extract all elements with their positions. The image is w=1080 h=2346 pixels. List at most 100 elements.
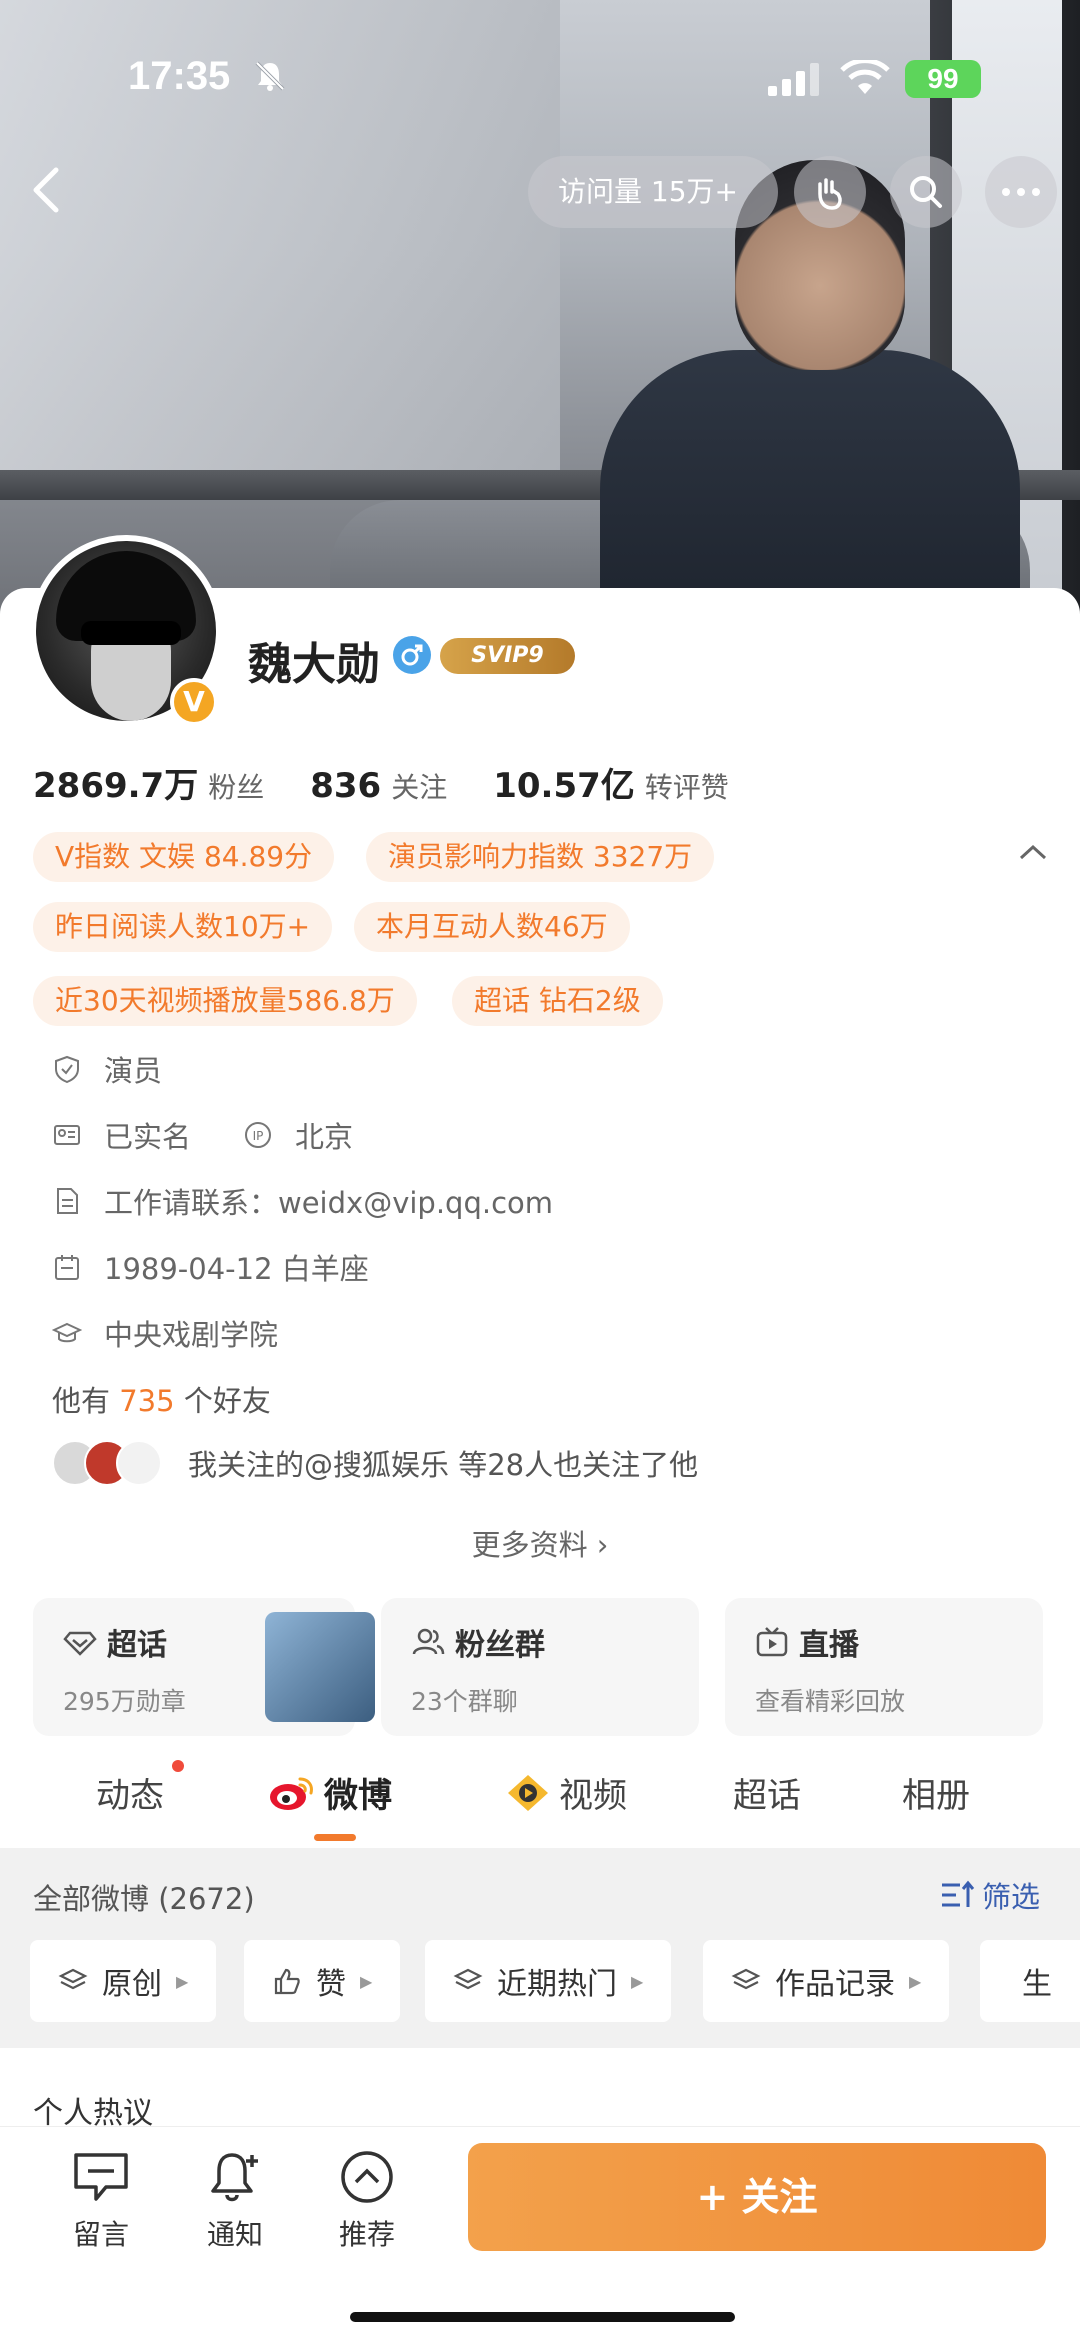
back-arrow-icon[interactable]: [22, 160, 72, 220]
followers-label[interactable]: 粉丝: [208, 766, 264, 806]
wifi-icon: [840, 60, 890, 94]
video-play-icon: [508, 1774, 548, 1811]
signal-icon: [768, 63, 819, 96]
message-label: 留言: [72, 2218, 129, 2251]
avatar-glasses: [81, 621, 181, 645]
occupation-text: 演员: [104, 1054, 163, 1088]
super-topic-card[interactable]: 超话 295万勋章: [33, 1598, 375, 1736]
diamond-icon: [63, 1631, 97, 1656]
following-count[interactable]: 836: [310, 766, 381, 806]
male-gender-icon: [393, 636, 431, 674]
fan-group-title: 粉丝群: [455, 1628, 545, 1663]
chevron-up-circle-icon: [341, 2151, 393, 2203]
filter-label: 筛选: [982, 1880, 1041, 1914]
tag-video-plays[interactable]: 近30天视频播放量586.8万: [33, 976, 417, 1026]
id-card-icon: [54, 1125, 80, 1145]
chevron-up-icon[interactable]: [1018, 842, 1048, 862]
caret-right-icon: ▶: [360, 1971, 373, 1991]
feed-section: 全部微博 (2672) 筛选 原创 ▶ 赞 ▶ 近期热门 ▶ 作品记录 ▶ 生 …: [0, 1848, 1080, 2144]
layers-icon: [58, 1968, 88, 1990]
chip-works[interactable]: 作品记录 ▶: [703, 1940, 950, 2022]
chip-works-label: 作品记录: [775, 1967, 895, 2002]
tab-weibo[interactable]: 微博: [268, 1768, 392, 1817]
more-dots-icon: [1002, 188, 1040, 196]
followers-count[interactable]: 2869.7万: [33, 758, 198, 807]
male-symbol-icon: [401, 644, 423, 666]
real-name-text: 已实名: [104, 1120, 192, 1154]
tab-super-topic-label: 超话: [733, 1776, 801, 1816]
friends-count-row[interactable]: 他有 735 个好友: [52, 1378, 271, 1420]
mutual-follow-text: 我关注的@搜狐娱乐 等28人也关注了他: [188, 1448, 699, 1482]
chip-recent-hot[interactable]: 近期热门 ▶: [425, 1940, 672, 2022]
live-card[interactable]: 直播 查看精彩回放: [725, 1598, 1043, 1736]
graduation-cap-icon: [52, 1322, 82, 1343]
fan-group-sub: 23个群聊: [411, 1687, 518, 1716]
live-title: 直播: [799, 1628, 859, 1663]
info-identity: 已实名 IP 北京: [52, 1114, 353, 1156]
following-label[interactable]: 关注: [391, 766, 447, 806]
tab-video[interactable]: 视频: [505, 1768, 627, 1817]
group-icon: [412, 1628, 445, 1655]
chip-more-label: 生: [1022, 1967, 1052, 2002]
visit-count-pill[interactable]: 访问量 15万+: [528, 156, 778, 228]
shield-check-icon: [55, 1055, 79, 1084]
tag-yesterday-reads[interactable]: 昨日阅读人数10万+: [33, 902, 333, 952]
info-school: 中央戏剧学院: [52, 1312, 278, 1354]
caret-right-icon: ▶: [631, 1971, 644, 1991]
tag-monthly-interactions[interactable]: 本月互动人数46万: [354, 902, 630, 952]
tv-live-icon: [756, 1627, 788, 1657]
follow-button[interactable]: + 关注: [468, 2143, 1046, 2251]
tag-v-index[interactable]: V指数 文娱 84.89分: [33, 832, 335, 882]
recommend-label: 推荐: [338, 2218, 395, 2251]
banner-person-body: [600, 350, 1020, 620]
tab-album-label: 相册: [902, 1776, 970, 1816]
info-occupation: 演员: [52, 1048, 162, 1090]
tab-super-topic[interactable]: 超话: [733, 1768, 801, 1817]
search-button[interactable]: [890, 156, 962, 228]
all-posts-count: 全部微博 (2672): [33, 1882, 255, 1916]
tab-album[interactable]: 相册: [902, 1768, 970, 1817]
svip-badge[interactable]: SVIP9: [440, 638, 575, 674]
battery-indicator: 99: [905, 60, 981, 98]
tab-active-underline: [314, 1834, 356, 1841]
fan-group-card[interactable]: 粉丝群 23个群聊: [381, 1598, 699, 1736]
ip-location-text: 北京: [295, 1120, 354, 1154]
layers-icon: [453, 1968, 483, 1990]
more-info-link[interactable]: 更多资料 ›: [0, 1522, 1080, 1564]
engagement-label: 转评赞: [644, 771, 729, 804]
tab-dynamics[interactable]: 动态: [96, 1768, 164, 1817]
live-sub: 查看精彩回放: [755, 1687, 906, 1716]
mutual-follow-row[interactable]: 我关注的@搜狐娱乐 等28人也关注了他: [52, 1440, 698, 1486]
filter-button[interactable]: 筛选: [940, 1874, 1040, 1916]
chip-more[interactable]: 生: [980, 1940, 1080, 2022]
tag-super-topic[interactable]: 超话 钻石2级: [452, 976, 663, 1026]
caret-right-icon: ▶: [909, 1971, 922, 1991]
layers-icon: [731, 1968, 761, 1990]
profile-tabs: 动态 微博 视频 超话 相册: [0, 1740, 1080, 1840]
tab-notification-dot: [172, 1760, 184, 1772]
tab-weibo-label: 微博: [324, 1776, 392, 1816]
tab-video-label: 视频: [559, 1776, 627, 1816]
notify-button[interactable]: 通知: [190, 2149, 280, 2253]
tag-actor-influence[interactable]: 演员影响力指数 3327万: [366, 832, 715, 882]
svg-text:IP: IP: [253, 1129, 264, 1143]
document-icon: [57, 1188, 78, 1214]
school-text: 中央戏剧学院: [104, 1318, 279, 1352]
mutual-avatar: [116, 1440, 162, 1486]
recommend-button[interactable]: 推荐: [322, 2149, 412, 2253]
friends-prefix: 他有: [52, 1384, 111, 1418]
birthday-text: 1989-04-12 白羊座: [104, 1252, 369, 1286]
calendar-icon: [55, 1255, 79, 1280]
super-topic-thumbnail: [265, 1612, 375, 1722]
gift-button[interactable]: [794, 156, 866, 228]
chip-likes[interactable]: 赞 ▶: [244, 1940, 401, 2022]
chip-original[interactable]: 原创 ▶: [30, 1940, 217, 2022]
friends-number: 735: [119, 1384, 175, 1418]
info-contact: 工作请联系：weidx@vip.qq.com: [52, 1180, 553, 1222]
message-button[interactable]: 留言: [56, 2149, 146, 2253]
super-topic-title: 超话: [107, 1628, 167, 1663]
contact-text[interactable]: 工作请联系：weidx@vip.qq.com: [104, 1180, 553, 1222]
more-button[interactable]: [985, 156, 1057, 228]
bell-plus-icon: [211, 2153, 258, 2202]
home-indicator[interactable]: [350, 2312, 735, 2322]
